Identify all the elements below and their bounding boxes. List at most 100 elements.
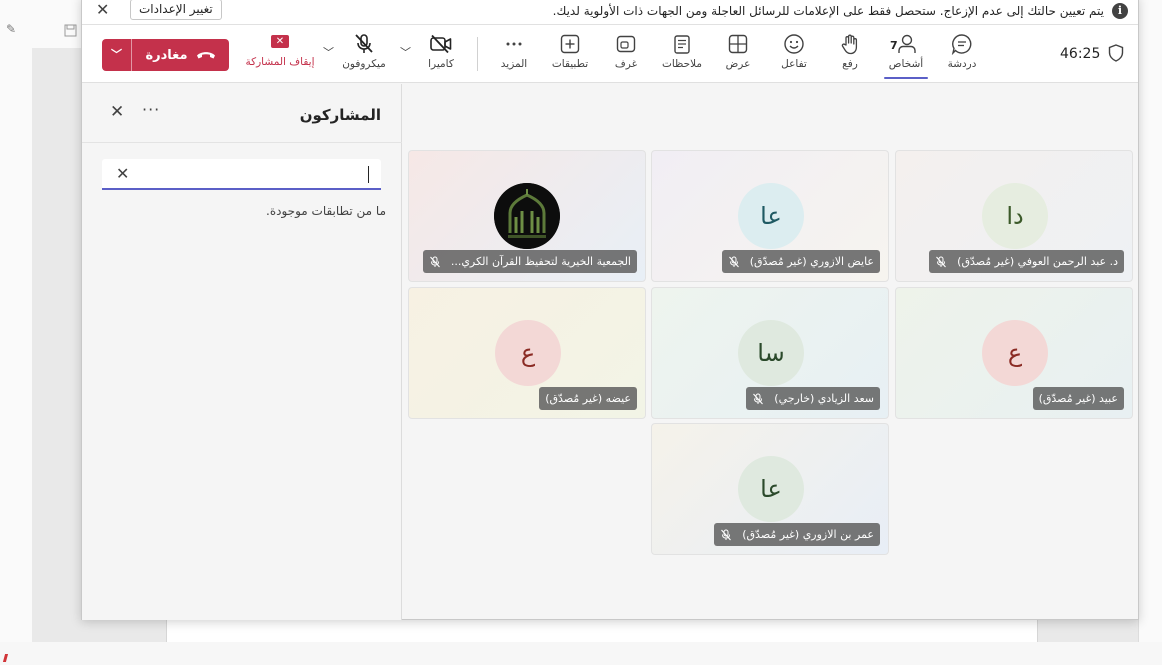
smiley-icon: [768, 33, 820, 55]
hang-up-icon: [196, 52, 215, 59]
meeting-timer: 46:25: [1060, 46, 1101, 62]
participant-tile[interactable]: دا د. عبد الرحمن العوفي (غير مُصدّق): [895, 150, 1133, 282]
background-app-right-edge: [1138, 0, 1162, 665]
people-label: أشخاص: [888, 58, 924, 70]
change-settings-button[interactable]: تغيير الإعدادات: [130, 0, 222, 20]
leave-options-chevron-icon[interactable]: ﹀: [102, 39, 132, 71]
avatar-initials: عا: [760, 475, 782, 503]
rooms-icon: [600, 33, 652, 55]
more-dots-icon: [488, 33, 540, 55]
meeting-toolbar: 46:25 دردشة أشخاص 7 رفع تفاعل عرض ملاحظا…: [82, 25, 1138, 83]
panel-close-icon[interactable]: ✕: [110, 102, 124, 122]
participant-name: سعد الزيادي (خارجي): [774, 392, 874, 405]
participant-name: د. عبد الرحمن العوفي (غير مُصدّق): [957, 255, 1118, 268]
participant-avatar: عا: [738, 183, 804, 249]
participant-tile[interactable]: عا عايض الازوري (غير مُصدّق): [651, 150, 889, 282]
clear-search-icon[interactable]: ✕: [116, 164, 129, 183]
participant-tile[interactable]: سا سعد الزيادي (خارجي): [651, 287, 889, 419]
participant-name-tag: د. عبد الرحمن العوفي (غير مُصدّق): [929, 250, 1124, 273]
avatar-initials: سا: [757, 339, 785, 367]
muted-mic-icon: [935, 256, 947, 268]
mic-off-icon: [338, 33, 390, 55]
participant-avatar: سا: [738, 320, 804, 386]
chat-label: دردشة: [947, 58, 977, 70]
more-button[interactable]: المزيد: [488, 33, 540, 77]
people-button[interactable]: أشخاص: [880, 33, 932, 79]
muted-mic-icon: [752, 393, 764, 405]
avatar-initials: دا: [1006, 202, 1024, 230]
participant-avatar: دا: [982, 183, 1048, 249]
edit-icon[interactable]: ✎: [6, 22, 20, 36]
participant-avatar: ع: [982, 320, 1048, 386]
muted-mic-icon: [429, 256, 441, 268]
camera-button[interactable]: كاميرا: [415, 33, 467, 77]
participant-avatar: ع: [495, 320, 561, 386]
stop-sharing-label: إيقاف المشاركة: [245, 56, 315, 68]
react-button[interactable]: تفاعل: [768, 33, 820, 77]
participants-panel: المشاركون ··· ✕ ✕ ما من تطابقات موجودة.: [82, 84, 402, 620]
participant-name-tag: عيضه (غير مُصدّق): [539, 387, 637, 410]
close-notification-icon[interactable]: ✕: [96, 0, 109, 19]
organization-logo: [494, 183, 560, 249]
text-cursor: [368, 166, 369, 183]
mic-button[interactable]: ميكروفون: [338, 33, 390, 77]
mic-label: ميكروفون: [342, 58, 386, 70]
save-icon[interactable]: [64, 24, 78, 38]
mic-options-chevron-icon[interactable]: ﹀: [323, 44, 334, 60]
raise-label: رفع: [842, 58, 858, 70]
notes-icon: [656, 33, 708, 55]
participant-tile[interactable]: عا عمر بن الازوري (غير مُصدّق): [651, 423, 889, 555]
participant-name-tag: عمر بن الازوري (غير مُصدّق): [714, 523, 880, 546]
panel-divider: [82, 142, 402, 143]
people-icon: [880, 33, 932, 55]
dnd-notification-text: يتم تعيين حالتك إلى عدم الإزعاج. ستحصل ف…: [552, 3, 1104, 18]
camera-options-chevron-icon[interactable]: ﹀: [400, 44, 411, 60]
grid-view-icon: [712, 33, 764, 55]
panel-title: المشاركون: [299, 106, 381, 124]
chat-icon: [936, 33, 988, 55]
participant-name-tag: عايض الازوري (غير مُصدّق): [721, 250, 880, 273]
info-icon: i: [1112, 2, 1128, 19]
participant-name: عيضه (غير مُصدّق): [545, 392, 631, 405]
chat-button[interactable]: دردشة: [936, 33, 988, 77]
rooms-button[interactable]: غرف: [600, 33, 652, 77]
add-app-icon: [544, 33, 596, 55]
stop-sharing-button[interactable]: ✕ إيقاف المشاركة: [240, 35, 320, 68]
avatar-initials: ع: [520, 339, 536, 367]
leave-label: مغادرة: [145, 47, 188, 63]
participant-name-tag: سعد الزيادي (خارجي): [746, 387, 880, 410]
avatar-initials: ع: [1007, 339, 1023, 367]
more-label: المزيد: [500, 58, 528, 70]
participant-name: عايض الازوري (غير مُصدّق): [749, 255, 874, 268]
raise-hand-button[interactable]: رفع: [824, 33, 876, 77]
view-label: عرض: [725, 58, 751, 70]
view-button[interactable]: عرض: [712, 33, 764, 77]
stop-sharing-icon: ✕: [271, 35, 289, 48]
participant-name: الجمعية الخيرية لتحفيظ القرآن الكري...: [450, 255, 631, 268]
no-matches-text: ما من تطابقات موجودة.: [266, 204, 386, 218]
dnd-notification-bar: i يتم تعيين حالتك إلى عدم الإزعاج. ستحصل…: [82, 0, 1138, 25]
participant-name-tag: عبيد (غير مُصدّق): [1032, 387, 1124, 410]
participant-tile[interactable]: ع عبيد (غير مُصدّق): [895, 287, 1133, 419]
notes-button[interactable]: ملاحظات: [656, 33, 708, 77]
participant-tile[interactable]: الجمعية الخيرية لتحفيظ القرآن الكري...: [408, 150, 646, 282]
react-label: تفاعل: [781, 58, 807, 70]
participant-tile[interactable]: ع عيضه (غير مُصدّق): [408, 287, 646, 419]
participant-search-input[interactable]: ✕: [102, 159, 381, 190]
camera-label: كاميرا: [428, 58, 454, 70]
panel-more-options-icon[interactable]: ···: [142, 100, 160, 119]
participant-name: عبيد (غير مُصدّق): [1038, 392, 1118, 405]
rooms-label: غرف: [614, 58, 638, 70]
meeting-window: i يتم تعيين حالتك إلى عدم الإزعاج. ستحصل…: [81, 0, 1139, 620]
background-app-left-edge: [0, 0, 32, 665]
apps-button[interactable]: تطبيقات: [544, 33, 596, 77]
avatar-initials: عا: [760, 202, 782, 230]
participant-avatar: عا: [738, 456, 804, 522]
hand-icon: [824, 33, 876, 55]
participant-count: 7: [890, 39, 898, 52]
leave-button[interactable]: ﹀ مغادرة: [102, 39, 229, 71]
muted-mic-icon: [720, 529, 732, 541]
shield-icon[interactable]: [1108, 44, 1124, 66]
participant-name-tag: الجمعية الخيرية لتحفيظ القرآن الكري...: [422, 250, 637, 273]
background-app-footer: [0, 642, 1162, 665]
